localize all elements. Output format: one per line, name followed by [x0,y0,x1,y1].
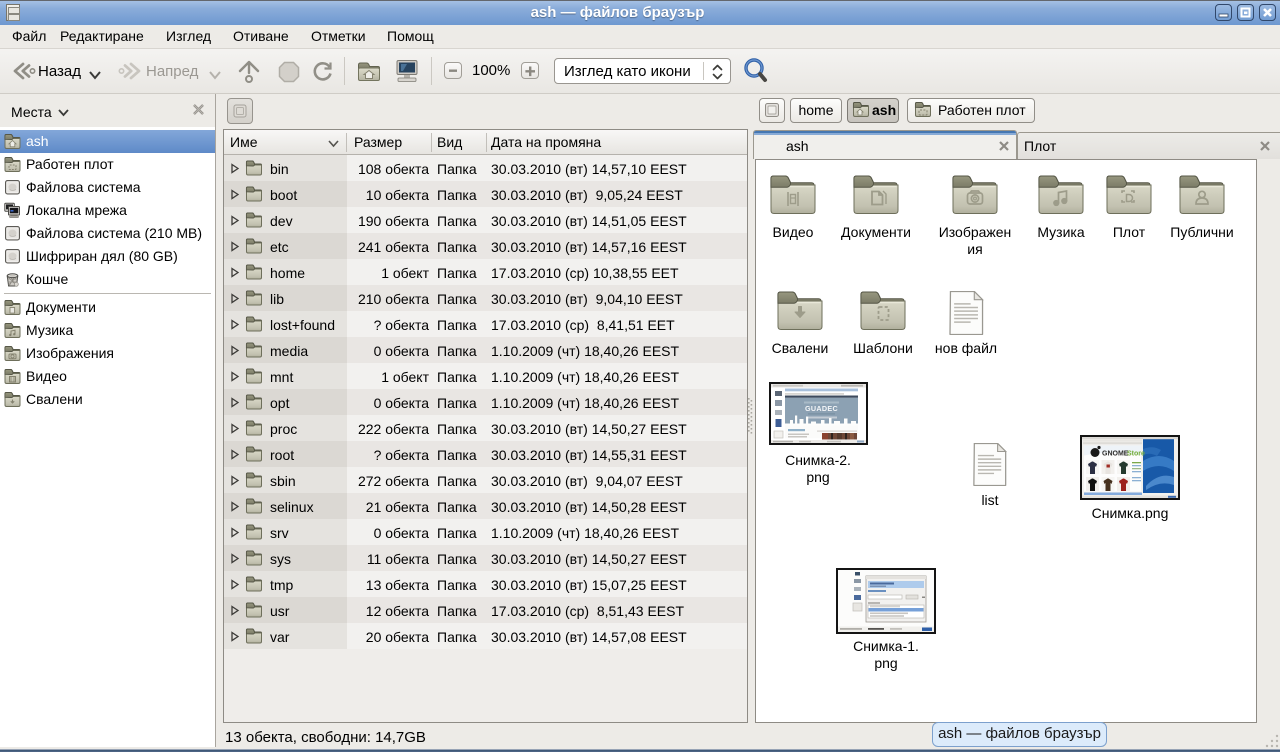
svg-text:GUADEC: GUADEC [805,404,838,413]
svg-text:Store: Store [1127,451,1145,458]
svg-text:GNOME: GNOME [1102,451,1129,458]
